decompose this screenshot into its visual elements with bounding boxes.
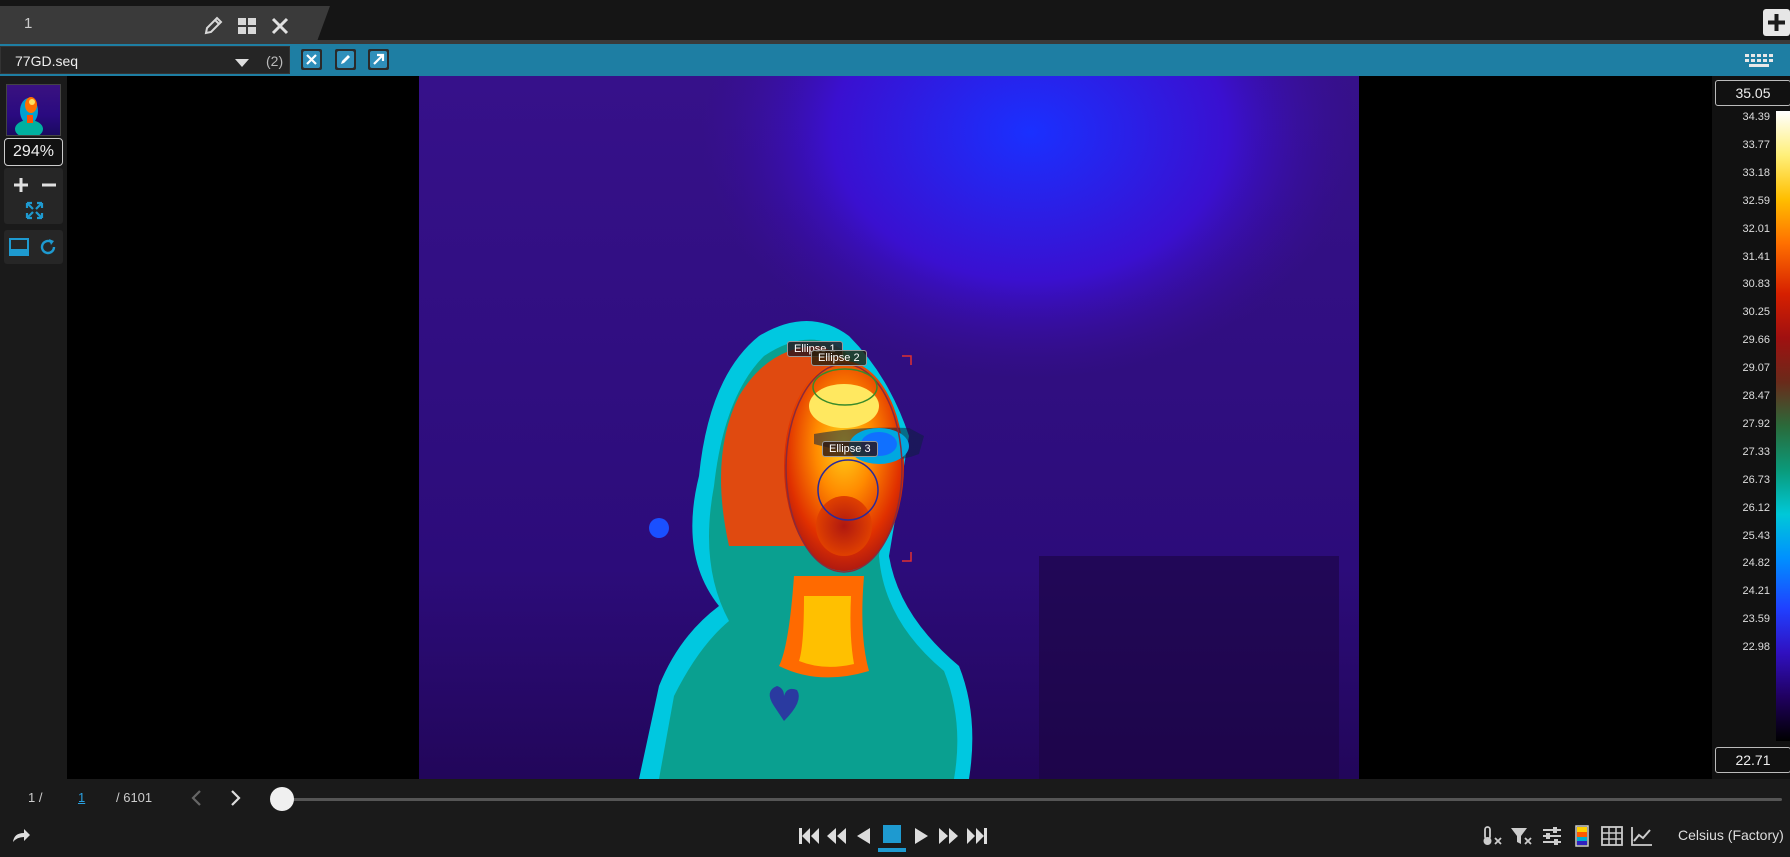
grid-icon[interactable] — [236, 15, 258, 37]
tab-bar: 1 — [0, 0, 1790, 44]
scale-tick: 33.18 — [1742, 166, 1770, 179]
close-icon — [303, 51, 320, 68]
refresh-icon[interactable] — [38, 237, 58, 257]
scale-tick: 30.25 — [1742, 306, 1770, 319]
scale-tick: 29.66 — [1742, 334, 1770, 347]
scale-tick: 26.12 — [1742, 501, 1770, 514]
color-scale: 35.05 34.39 33.77 33.18 32.59 32.01 31.41 30.8… — [1712, 76, 1790, 779]
scale-gradient — [1776, 111, 1790, 741]
timeline-bar: 1 / 1 / 6101 — [0, 779, 1790, 819]
add-tab-button[interactable] — [1763, 9, 1790, 36]
palette-icon[interactable] — [1574, 825, 1590, 847]
arrow-out-icon — [370, 51, 387, 68]
frame-current: 1 / — [28, 790, 43, 805]
scale-tick: 23.59 — [1742, 613, 1770, 626]
fast-forward-icon[interactable] — [938, 825, 960, 847]
chart-icon[interactable] — [1630, 825, 1654, 847]
scale-tick: 24.82 — [1742, 557, 1770, 570]
close-file-button[interactable] — [301, 49, 322, 70]
close-icon[interactable] — [269, 15, 291, 37]
view-controls — [4, 230, 63, 264]
sliders-icon[interactable] — [1541, 825, 1563, 847]
temperature-units[interactable]: Celsius (Factory) — [1678, 827, 1784, 843]
filter-clear-icon[interactable] — [1510, 825, 1534, 847]
scale-tick: 34.39 — [1742, 111, 1770, 123]
scale-tick: 30.83 — [1742, 278, 1770, 291]
scale-tick: 32.59 — [1742, 194, 1770, 207]
stop-icon — [878, 825, 906, 852]
thumbnail-image — [15, 97, 43, 135]
scale-tick: 29.07 — [1742, 362, 1770, 375]
scale-tick: 31.41 — [1742, 250, 1770, 263]
tab-label: 1 — [24, 15, 33, 32]
scale-tick: 26.73 — [1742, 473, 1770, 486]
previous-frame-icon[interactable] — [190, 789, 204, 807]
file-count: (2) — [266, 53, 284, 69]
panel-icon[interactable] — [9, 237, 29, 257]
temperature-clear-icon[interactable] — [1480, 825, 1504, 847]
scale-tick: 33.77 — [1742, 138, 1770, 151]
pencil-icon[interactable] — [202, 15, 224, 37]
play-icon[interactable] — [912, 825, 932, 847]
step-back-icon[interactable] — [853, 825, 873, 847]
plus-icon — [1768, 14, 1785, 31]
open-external-button[interactable] — [368, 49, 389, 70]
next-frame-icon[interactable] — [228, 789, 242, 807]
zoom-out-icon[interactable] — [40, 176, 58, 194]
timeline-track[interactable] — [282, 798, 1782, 801]
zoom-level[interactable]: 294% — [4, 138, 63, 166]
annotation-label-ellipse-2[interactable]: Ellipse 2 — [811, 350, 867, 366]
redo-icon[interactable] — [10, 824, 32, 846]
scale-tick: 32.01 — [1742, 222, 1770, 235]
scale-tick: 27.33 — [1742, 445, 1770, 458]
left-toolbar: 294% — [0, 80, 67, 780]
scale-tick: 27.92 — [1742, 417, 1770, 430]
scale-tick: 28.47 — [1742, 390, 1770, 402]
image-viewer[interactable]: Ellipse 1 Ellipse 2 Ellipse 3 — [67, 76, 1712, 779]
edit-file-button[interactable] — [335, 49, 356, 70]
keyboard-icon[interactable] — [1744, 53, 1774, 68]
annotation-label-ellipse-3[interactable]: Ellipse 3 — [822, 441, 878, 457]
scale-tick: 22.98 — [1742, 641, 1770, 654]
tab-1[interactable]: 1 — [0, 6, 330, 42]
file-select[interactable]: 77GD.seq (2) — [0, 46, 290, 74]
frame-total: / 6101 — [116, 790, 153, 805]
file-bar: 77GD.seq (2) — [0, 44, 1790, 76]
file-name: 77GD.seq — [15, 53, 79, 69]
thermal-picture — [419, 76, 1359, 779]
timeline-scrubber[interactable] — [270, 787, 294, 811]
zoom-controls — [4, 168, 63, 224]
scale-tick: 25.43 — [1742, 529, 1770, 542]
table-icon[interactable] — [1601, 825, 1623, 847]
stop-button[interactable] — [878, 822, 906, 852]
thermal-image[interactable]: Ellipse 1 Ellipse 2 Ellipse 3 — [419, 76, 1359, 779]
edit-icon — [337, 51, 354, 68]
image-thumbnail[interactable] — [6, 84, 61, 136]
first-frame-icon[interactable] — [797, 825, 821, 847]
fit-icon[interactable] — [25, 201, 44, 220]
last-frame-icon[interactable] — [965, 825, 989, 847]
rewind-icon[interactable] — [825, 825, 847, 847]
scale-tick: 24.21 — [1742, 585, 1770, 598]
scale-min[interactable]: 22.71 — [1715, 747, 1790, 773]
playback-bar: Celsius (Factory) — [0, 819, 1790, 852]
frame-input[interactable]: 1 — [78, 790, 85, 805]
scale-max[interactable]: 35.05 — [1715, 80, 1790, 106]
chevron-down-icon — [235, 59, 249, 67]
zoom-in-icon[interactable] — [12, 176, 30, 194]
